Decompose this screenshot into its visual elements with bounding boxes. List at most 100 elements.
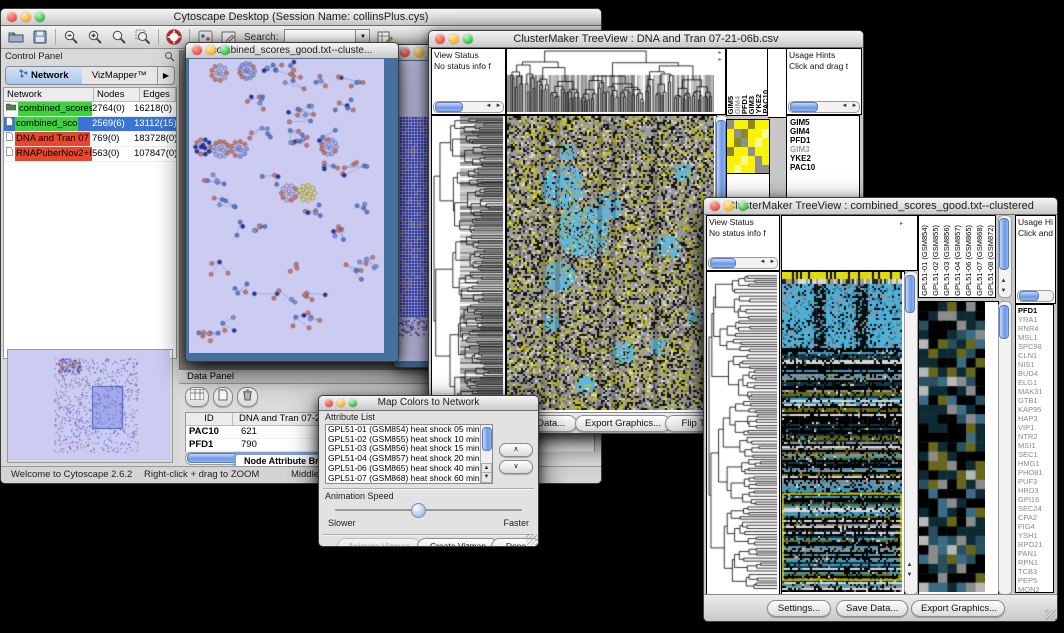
gene-label[interactable]: PUF3 [1018,477,1053,486]
main-titlebar[interactable]: Cytoscape Desktop (Session Name: collins… [1,9,601,26]
zoom-button[interactable] [463,34,473,44]
resize-grip[interactable] [1045,609,1056,620]
close-button[interactable] [7,12,17,22]
tv2-gene-list[interactable]: PFD1YRA1RNR4MSL1SPC98CLN1NIS1BUD4ELG1MAK… [1015,304,1054,593]
matrix-cell[interactable] [727,156,734,165]
attribute-list-vscrollbar[interactable]: ▲▼ [480,425,492,483]
gene-label[interactable]: GIM3 [790,145,859,154]
tv2-titlebar[interactable]: ClusterMaker TreeView : combined_scores_… [704,198,1057,215]
matrix-cell[interactable] [762,147,769,156]
gene-label[interactable]: CPA2 [1018,513,1053,522]
tv2-save-data-button[interactable]: Save Data... [836,600,908,617]
scroll-thumb[interactable] [710,258,736,268]
matrix-cell[interactable] [741,156,748,165]
matrix-cell[interactable] [748,120,755,129]
resize-grip[interactable] [526,534,537,545]
gene-label[interactable]: PFD1 [1018,306,1053,315]
matrix-cell[interactable] [748,138,755,147]
gene-label[interactable]: HMG1 [1018,459,1053,468]
matrix-cell[interactable] [741,120,748,129]
gene-label[interactable]: KAP95 [1018,405,1053,414]
matrix-cell[interactable] [727,147,734,156]
tab-vizmapper[interactable]: VizMapper™ [82,67,158,84]
gene-label[interactable]: YSH1 [1018,531,1053,540]
gene-label[interactable]: SEC24 [1018,504,1053,513]
scroll-thumb[interactable] [790,102,818,112]
tv2-vscrollbar[interactable]: ▲▼ [904,271,918,595]
gene-label[interactable]: PAC10 [790,163,859,172]
matrix-cell[interactable] [727,120,734,129]
gene-label[interactable]: NIS1 [1018,360,1053,369]
col-edges[interactable]: Edges [140,88,176,102]
close-button[interactable] [435,34,445,44]
gene-label[interactable]: SEC1 [1018,450,1053,459]
matrix-cell[interactable] [748,129,755,138]
close-button[interactable] [325,399,333,407]
matrix-cell[interactable] [748,147,755,156]
gene-label[interactable]: YKE2 [790,154,859,163]
gene-label[interactable]: MSL1 [1018,333,1053,342]
gene-label[interactable]: HAP3 [1018,414,1053,423]
panel-search-icon[interactable] [164,51,175,67]
matrix-cell[interactable] [762,138,769,147]
move-up-button[interactable]: ∧ [499,443,533,457]
close-button[interactable] [710,201,720,211]
matrix-cell[interactable] [755,147,762,156]
scroll-thumb[interactable] [435,102,463,112]
zoom-button[interactable] [35,12,45,22]
minimize-button[interactable] [21,12,31,22]
net1-titlebar[interactable]: combined_scores_good.txt--cluste... [186,43,398,59]
open-file-icon[interactable] [7,28,25,46]
network-row[interactable]: RNAPuberNov2+I563(0)107847(0) [4,147,176,162]
tv1-zoom-matrix[interactable] [726,119,770,175]
matrix-cell[interactable] [755,120,762,129]
minimize-button[interactable] [724,201,734,211]
gene-label[interactable]: RNR4 [1018,324,1053,333]
matrix-cell[interactable] [727,138,734,147]
matrix-cell[interactable] [741,129,748,138]
zoom-out-icon[interactable] [62,28,80,46]
network-row[interactable]: combined_scores2764(0)16218(0) [4,102,176,117]
create-vizmap-button[interactable]: Create Vizmap [417,538,499,547]
zoom-button[interactable] [220,45,230,55]
matrix-cell[interactable] [762,129,769,138]
col-network[interactable]: Network [4,88,94,102]
attribute-listbox[interactable]: GPL51-01 (GSM854) heat shock 05 minGPL51… [325,424,493,484]
tv1-titlebar[interactable]: ClusterMaker TreeView : DNA and Tran 07-… [429,31,863,48]
tv1-heatmap[interactable] [506,115,717,413]
tv2-zoom-heatmap[interactable] [918,301,988,595]
gene-label[interactable]: NTR2 [1018,432,1053,441]
matrix-cell[interactable] [762,156,769,165]
attribute-list-item[interactable]: GPL51-07 (GSM868) heat shock 60 min [328,474,492,484]
network-canvas-2[interactable] [396,61,432,361]
tv1-row-dendrogram-canvas[interactable] [432,116,503,410]
gene-label[interactable]: PFD1 [790,136,859,145]
gene-label[interactable]: GPI16 [1018,495,1053,504]
matrix-cell[interactable] [755,129,762,138]
gene-label[interactable]: ELG1 [1018,378,1053,387]
zoom-selected-icon[interactable] [134,28,152,46]
scroll-thumb[interactable] [999,305,1009,339]
tv1-column-dendrogram-canvas[interactable] [507,49,714,112]
gene-label[interactable]: MAK31 [1018,387,1053,396]
gene-label[interactable]: RPO21 [1018,540,1053,549]
gene-label[interactable]: FIG4 [1018,522,1053,531]
attr-col-id[interactable]: ID [186,413,233,425]
gene-label[interactable]: CLN1 [1018,351,1053,360]
tv2-export-graphics-button[interactable]: Export Graphics... [911,600,1005,617]
network-row[interactable]: DNA and Tran 07769(0)183728(0) [4,132,176,147]
tv2-row-dendrogram-canvas[interactable] [707,272,777,592]
zoom-in-icon[interactable] [86,28,104,46]
matrix-cell[interactable] [727,129,734,138]
matrix-cell[interactable] [734,120,741,129]
network-overview-panel[interactable] [7,349,173,463]
gene-label[interactable]: GIM5 [790,118,859,127]
gene-label[interactable]: GIM4 [790,127,859,136]
tab-overflow-arrow[interactable]: ▶ [157,67,174,84]
network-overview-canvas[interactable] [8,350,170,460]
help-lifering-icon[interactable] [165,28,183,46]
gene-label[interactable]: VIP1 [1018,423,1053,432]
matrix-cell[interactable] [734,129,741,138]
gene-label[interactable]: MON2 [1018,585,1053,593]
gene-label[interactable]: YRA1 [1018,315,1053,324]
